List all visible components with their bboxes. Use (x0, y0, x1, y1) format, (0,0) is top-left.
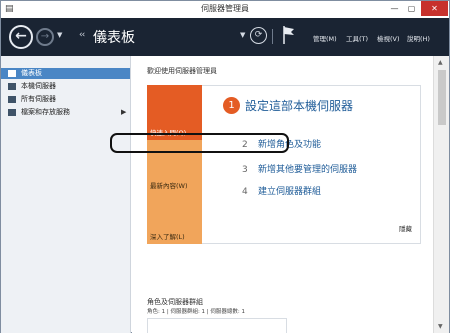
sidebar-item-label: 本機伺服器 (21, 82, 56, 90)
chevron-right-icon[interactable]: ▶ (121, 107, 126, 118)
navigation-toolbar: ← → ▼ ‹‹ 儀表板 ▼ ⟳ 管理(M) 工具(T) 檢視(V) 說明(H) (1, 18, 449, 56)
step-number: 3 (242, 165, 248, 175)
sidebar-item-label: 檔案和存放服務 (21, 108, 70, 116)
breadcrumb-arrows-icon: ‹‹ (79, 30, 85, 40)
hide-link[interactable]: 隱藏 (399, 223, 412, 233)
sidebar-item-all-servers[interactable]: 所有伺服器 (1, 94, 130, 105)
tile-learn-more[interactable]: 深入了解(L) (147, 193, 202, 244)
storage-icon (8, 109, 16, 116)
forward-arrow-icon[interactable]: → (36, 28, 54, 46)
breadcrumb-dropdown-icon[interactable]: ▼ (240, 31, 245, 39)
scroll-thumb[interactable] (438, 70, 446, 125)
step-number: 4 (242, 187, 248, 197)
dashboard-content: 歡迎使用伺服器管理員 快速入門(Q) 最新內容(W) 深入了解(L) 1 設定這… (132, 56, 433, 333)
history-dropdown-icon[interactable]: ▼ (57, 31, 62, 39)
title-bar: ▤ 伺服器管理員 — ▢ ✕ (1, 1, 449, 18)
tile-quick-start[interactable]: 快速入門(Q) (147, 85, 202, 140)
menu-tools[interactable]: 工具(T) (346, 33, 368, 43)
window-title: 伺服器管理員 (201, 4, 249, 13)
servers-icon (8, 96, 16, 103)
sidebar-item-label: 儀表板 (21, 69, 42, 77)
sidebar: 儀表板 本機伺服器 所有伺服器 檔案和存放服務 ▶ (1, 56, 131, 333)
notifications-flag-icon[interactable] (282, 25, 296, 45)
welcome-heading: 歡迎使用伺服器管理員 (147, 67, 217, 75)
menu-manage[interactable]: 管理(M) (313, 33, 337, 43)
sidebar-item-label: 所有伺服器 (21, 95, 56, 103)
close-button[interactable]: ✕ (421, 1, 448, 16)
role-card[interactable] (147, 318, 287, 333)
step-create-server-group[interactable]: 4 建立伺服器群組 (242, 184, 321, 197)
breadcrumb: 儀表板 (93, 30, 135, 46)
roles-groups-summary: 角色: 1 | 伺服器群組: 1 | 伺服器總數: 1 (147, 309, 246, 315)
vertical-scrollbar[interactable]: ▲ ▼ (433, 56, 449, 333)
scroll-down-icon[interactable]: ▼ (438, 323, 443, 330)
step-label[interactable]: 設定這部本機伺服器 (245, 97, 353, 114)
step-label[interactable]: 新增其他要管理的伺服器 (258, 165, 357, 175)
step-number-badge: 1 (223, 97, 240, 114)
menu-view[interactable]: 檢視(V) (377, 33, 400, 43)
server-manager-window: ▤ 伺服器管理員 — ▢ ✕ ← → ▼ ‹‹ 儀表板 ▼ ⟳ 管理(M) 工具… (0, 0, 450, 333)
step-add-servers[interactable]: 3 新增其他要管理的伺服器 (242, 162, 357, 175)
step-label[interactable]: 建立伺服器群組 (258, 187, 321, 197)
refresh-icon[interactable]: ⟳ (250, 27, 267, 44)
tile-label: 最新內容(W) (150, 182, 188, 190)
scroll-up-icon[interactable]: ▲ (438, 59, 443, 66)
maximize-button[interactable]: ▢ (404, 1, 419, 16)
tile-label: 深入了解(L) (150, 233, 185, 241)
sidebar-item-dashboard[interactable]: 儀表板 (1, 68, 130, 79)
toolbar-separator (272, 29, 273, 44)
roles-groups-heading: 角色及伺服器群組 (147, 298, 203, 306)
dashboard-icon (8, 70, 16, 77)
sidebar-item-file-storage[interactable]: 檔案和存放服務 ▶ (1, 107, 130, 118)
menu-help[interactable]: 說明(H) (407, 33, 430, 43)
quick-start-panel: 1 設定這部本機伺服器 2 新增角色及功能 3 新增其他要管理的伺服器 4 建立伺服器… (202, 85, 421, 244)
back-arrow-icon[interactable]: ← (9, 25, 33, 49)
annotation-highlight-ring (110, 133, 289, 153)
minimize-button[interactable]: — (387, 1, 402, 16)
server-icon (8, 83, 16, 90)
sidebar-item-local-server[interactable]: 本機伺服器 (1, 81, 130, 92)
